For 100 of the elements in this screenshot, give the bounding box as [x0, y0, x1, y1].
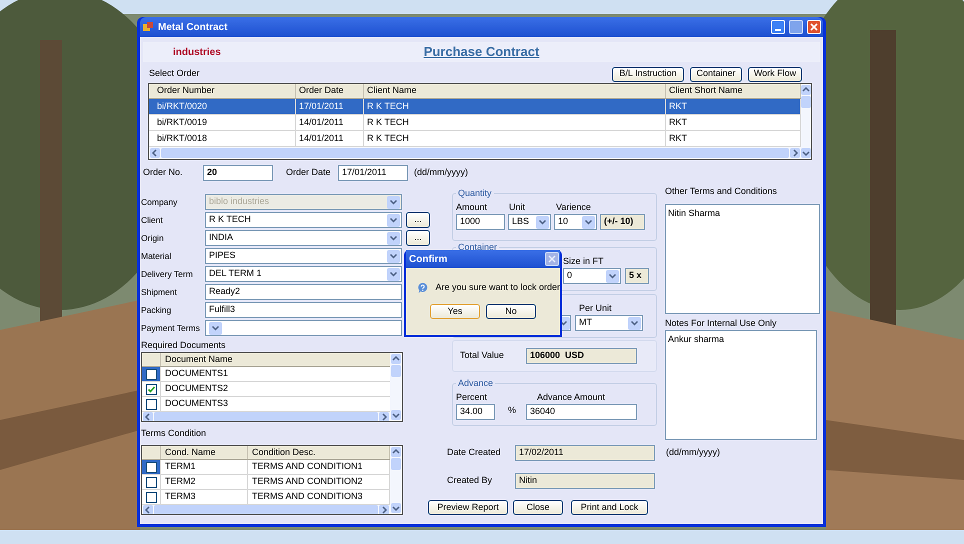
checkbox[interactable] [146, 476, 156, 488]
label: Payment Terms [141, 322, 201, 334]
dropdown[interactable]: R K TECH [205, 212, 402, 228]
text-field[interactable]: 36040 [526, 404, 638, 420]
up-arrow-icon[interactable] [391, 354, 401, 364]
down-arrow-icon[interactable] [391, 410, 401, 420]
scrollbar-thumb[interactable] [161, 148, 789, 158]
button[interactable]: No [486, 304, 536, 319]
group-title: Container [457, 241, 498, 254]
button[interactable]: ... [406, 230, 430, 246]
table-cell: R K TECH [364, 99, 666, 114]
label: Total Value [460, 349, 505, 362]
text-field[interactable]: 17/01/2011 [338, 164, 408, 180]
label: Delivery Term [141, 268, 194, 280]
dropdown[interactable]: 10 [554, 214, 597, 230]
right-arrow-icon[interactable] [379, 412, 389, 421]
table-cell: R K TECH [364, 131, 666, 146]
text-field[interactable]: Ready2 [205, 284, 402, 300]
button[interactable]: Yes [430, 304, 480, 319]
label: Client [141, 214, 164, 226]
scrollbar-thumb[interactable] [801, 96, 811, 108]
text-field[interactable]: Fulfill3 [205, 302, 402, 318]
checkbox[interactable] [146, 368, 156, 380]
column-header[interactable]: Order Number [154, 84, 296, 98]
column-header[interactable]: Order Date [296, 84, 364, 98]
dialog-title: Confirm [409, 252, 448, 266]
row-header[interactable] [142, 460, 161, 474]
label: Shipment [141, 286, 178, 298]
checkbox[interactable] [146, 492, 156, 502]
text-field[interactable]: 34.00 [456, 404, 495, 420]
button[interactable]: Print and Lock [571, 500, 648, 515]
text-field[interactable]: Nitin [515, 473, 655, 489]
chevron-down-icon [387, 232, 400, 244]
column-header[interactable]: Cond. Name [161, 446, 248, 459]
scrollbar-thumb[interactable] [391, 458, 401, 470]
text-area[interactable]: Nitin Sharma [665, 204, 820, 314]
label: Select Order [149, 67, 201, 80]
vertical-scrollbar[interactable] [390, 353, 402, 421]
minimize-button[interactable] [771, 20, 785, 34]
text-field[interactable]: 106000 USD [526, 348, 637, 364]
table-cell-text: DOCUMENTS1 [164, 367, 230, 380]
text-field[interactable]: 17/02/2011 [515, 445, 655, 461]
text-field[interactable]: (+/- 10) [600, 214, 645, 230]
down-arrow-icon[interactable] [391, 503, 401, 513]
table-row[interactable]: bi/RKT/0020 17/01/2011 R K TECH RKT [149, 99, 801, 115]
dropdown[interactable]: 0 [563, 268, 621, 284]
text-field[interactable]: 20 [203, 164, 273, 180]
left-arrow-icon[interactable] [150, 148, 160, 158]
text-area[interactable]: Ankur sharma [665, 330, 817, 440]
up-arrow-icon[interactable] [391, 447, 401, 457]
group-title: Advance [457, 377, 494, 390]
checkbox[interactable] [146, 398, 156, 410]
app-icon [142, 21, 154, 33]
row-header[interactable] [142, 367, 161, 381]
table-cell: 14/01/2011 [296, 115, 364, 130]
button[interactable]: Close [513, 500, 563, 515]
label: % [508, 404, 516, 416]
down-arrow-icon[interactable] [801, 148, 811, 158]
window-title: Metal Contract [158, 20, 228, 34]
table-cell: R K TECH [364, 115, 666, 130]
up-arrow-icon[interactable] [801, 85, 811, 95]
chevron-down-icon [387, 214, 400, 226]
label: Order Date [286, 166, 332, 179]
dropdown[interactable]: DEL TERM 1 [205, 266, 402, 282]
label: Other Terms and Conditions [665, 186, 778, 196]
chevron-down-icon [209, 322, 222, 334]
table-row[interactable]: bi/RKT/0019 14/01/2011 R K TECH RKT [149, 115, 801, 131]
chevron-down-icon [582, 216, 595, 228]
dialog-message: Are you sure want to lock order [435, 281, 560, 294]
chevron-down-icon [387, 250, 400, 262]
vertical-scrollbar[interactable] [801, 84, 811, 159]
text-field[interactable]: 5 x [625, 268, 649, 284]
button[interactable]: B/L Instruction [612, 66, 684, 82]
button[interactable]: Work Flow [748, 66, 802, 82]
left-arrow-icon[interactable] [143, 505, 153, 514]
dropdown[interactable]: INDIA [205, 230, 402, 246]
horizontal-scrollbar[interactable] [149, 147, 801, 159]
checkbox[interactable] [146, 384, 156, 394]
label: Date Created [447, 446, 502, 460]
dropdown[interactable]: MT [575, 315, 643, 331]
button[interactable]: Preview Report [428, 500, 508, 515]
right-arrow-icon[interactable] [379, 505, 389, 514]
right-arrow-icon[interactable] [790, 148, 800, 158]
table-row[interactable]: bi/RKT/0018 14/01/2011 R K TECH RKT [149, 131, 801, 147]
vertical-scrollbar[interactable] [390, 446, 402, 514]
button[interactable]: Container [690, 66, 742, 82]
table-cell: TERM2 [161, 475, 248, 489]
label: Created By [447, 474, 494, 488]
left-arrow-icon[interactable] [143, 412, 153, 421]
dropdown[interactable]: PIPES [205, 248, 402, 264]
column-header[interactable]: Client Name [364, 84, 666, 98]
text-field[interactable]: 1000 [456, 214, 505, 230]
dropdown[interactable]: LBS [508, 214, 551, 230]
label: Notes For Internal Use Only [665, 318, 778, 328]
label: Amount [456, 200, 488, 214]
scrollbar-thumb[interactable] [391, 365, 401, 377]
table-cell: bi/RKT/0019 [154, 115, 296, 130]
label: Advance Amount [536, 390, 606, 404]
checkbox[interactable] [146, 462, 156, 472]
button[interactable]: ... [406, 212, 430, 228]
